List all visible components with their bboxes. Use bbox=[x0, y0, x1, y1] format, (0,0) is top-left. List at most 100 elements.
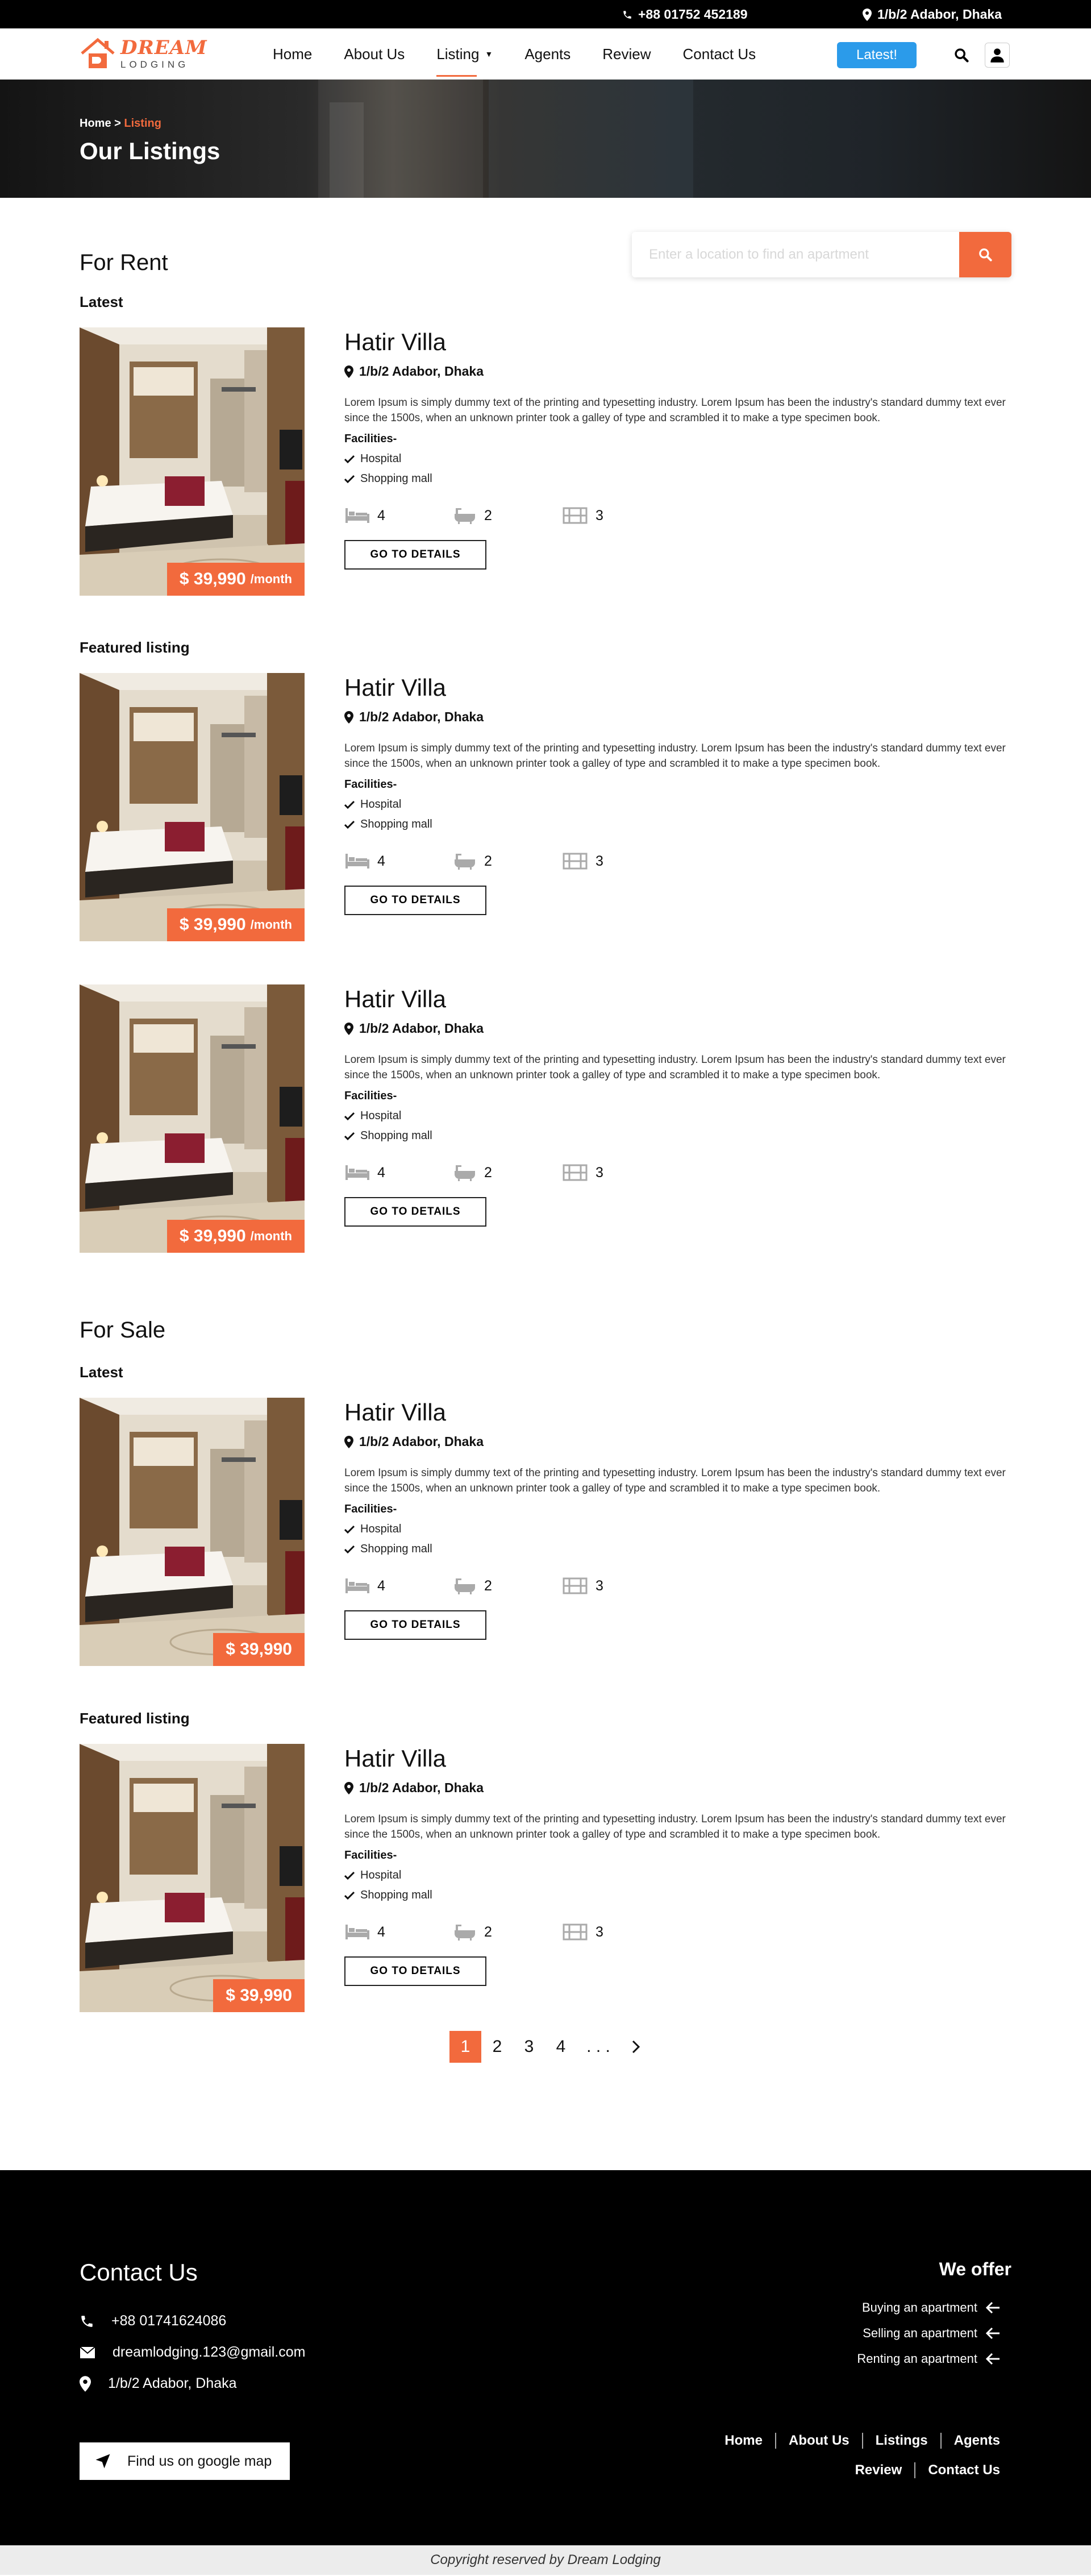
nav-listing[interactable]: Listing ▼ bbox=[436, 45, 493, 77]
search-submit-button[interactable] bbox=[959, 232, 1011, 277]
listing-photo[interactable]: $ 39,990 bbox=[80, 1744, 305, 2012]
page-3-button[interactable]: 3 bbox=[513, 2031, 545, 2063]
footer-link-agents[interactable]: Agents bbox=[954, 2433, 1000, 2449]
footer-link-about[interactable]: About Us bbox=[789, 2433, 850, 2449]
go-to-details-button[interactable]: GO TO DETAILS bbox=[344, 886, 486, 915]
listing-description: Lorem Ipsum is simply dummy text of the … bbox=[344, 397, 1006, 424]
bath-count: 2 bbox=[453, 1577, 563, 1594]
footer-address: 1/b/2 Adabor, Dhaka bbox=[80, 2375, 237, 2392]
check-icon bbox=[344, 1112, 355, 1120]
nav-menu: Home About Us Listing ▼ Agents Review Con… bbox=[273, 28, 788, 80]
footer-link-listings[interactable]: Listings bbox=[876, 2433, 928, 2449]
brand-logo[interactable]: DREAM LODGING bbox=[80, 36, 207, 70]
facilities-label: Facilities- bbox=[344, 778, 397, 791]
next-page-button[interactable] bbox=[620, 2031, 652, 2063]
nav-listing-label: Listing bbox=[436, 45, 480, 63]
facility-item: Shopping mall bbox=[344, 818, 1011, 831]
facility-item: Hospital bbox=[344, 452, 1011, 466]
floor-count: 3 bbox=[563, 1923, 672, 1941]
pagination: 1 2 3 4 . . . bbox=[449, 2031, 652, 2063]
go-to-details-button[interactable]: GO TO DETAILS bbox=[344, 1610, 486, 1640]
search-icon[interactable] bbox=[949, 43, 974, 68]
floor-count: 3 bbox=[563, 507, 672, 524]
google-map-button[interactable]: Find us on google map bbox=[80, 2442, 290, 2480]
footer-link-contact[interactable]: Contact Us bbox=[928, 2462, 1000, 2478]
listing-name[interactable]: Hatir Villa bbox=[344, 329, 1011, 356]
bath-count: 2 bbox=[453, 507, 563, 524]
main-navbar: DREAM LODGING Home About Us Listing ▼ Age… bbox=[0, 28, 1091, 80]
check-icon bbox=[344, 800, 355, 809]
check-icon bbox=[344, 455, 355, 463]
bathtub-icon bbox=[455, 1165, 475, 1181]
breadcrumb: Home > Listing bbox=[80, 117, 161, 130]
page-hero-banner: Home > Listing Our Listings bbox=[0, 80, 1091, 198]
listing-location: 1/b/2 Adabor, Dhaka bbox=[344, 1434, 1011, 1449]
latest-button[interactable]: Latest! bbox=[837, 42, 917, 68]
user-account-icon[interactable] bbox=[985, 43, 1010, 68]
facilities-label: Facilities- bbox=[344, 1090, 397, 1102]
price-value: $ 39,990 bbox=[179, 1227, 246, 1245]
listing-name[interactable]: Hatir Villa bbox=[344, 674, 1011, 701]
go-to-details-button[interactable]: GO TO DETAILS bbox=[344, 1956, 486, 1986]
go-to-details-button[interactable]: GO TO DETAILS bbox=[344, 1197, 486, 1227]
footer-email[interactable]: dreamlodging.123@gmail.com bbox=[80, 2344, 305, 2361]
facility-item: Shopping mall bbox=[344, 1889, 1011, 1902]
listing-location: 1/b/2 Adabor, Dhaka bbox=[344, 1021, 1011, 1036]
nav-home[interactable]: Home bbox=[273, 45, 312, 63]
footer-phone[interactable]: +88 01741624086 bbox=[80, 2313, 226, 2329]
listing-location-text: 1/b/2 Adabor, Dhaka bbox=[359, 364, 484, 379]
floors-icon bbox=[563, 1923, 588, 1941]
nav-review[interactable]: Review bbox=[602, 45, 651, 63]
facility-item: Hospital bbox=[344, 1523, 1011, 1536]
location-search-input[interactable] bbox=[632, 232, 959, 277]
bath-count: 2 bbox=[453, 853, 563, 870]
listing-name[interactable]: Hatir Villa bbox=[344, 1745, 1011, 1772]
facility-text: Shopping mall bbox=[360, 818, 432, 830]
footer-link-review[interactable]: Review bbox=[855, 2462, 902, 2478]
floor-count-value: 3 bbox=[596, 853, 603, 869]
listing-description: Lorem Ipsum is simply dummy text of the … bbox=[344, 1813, 1006, 1840]
bed-count: 4 bbox=[344, 853, 453, 870]
listing-location-text: 1/b/2 Adabor, Dhaka bbox=[359, 1780, 484, 1795]
bathtub-icon bbox=[455, 508, 475, 524]
listing-photo[interactable]: $ 39,990 bbox=[80, 1398, 305, 1666]
listing-name[interactable]: Hatir Villa bbox=[344, 986, 1011, 1013]
page-1-button[interactable]: 1 bbox=[449, 2031, 481, 2063]
bed-count: 4 bbox=[344, 1577, 453, 1594]
nav-contact-us[interactable]: Contact Us bbox=[683, 45, 756, 63]
floor-count: 3 bbox=[563, 1577, 672, 1594]
offer-selling-link[interactable]: Selling an apartment bbox=[863, 2326, 1000, 2341]
bath-count-value: 2 bbox=[484, 1923, 492, 1940]
price-tag: $ 39,990/month bbox=[166, 908, 305, 941]
location-pin-icon bbox=[863, 8, 872, 21]
price-tag: $ 39,990/month bbox=[166, 563, 305, 596]
listing-photo[interactable]: $ 39,990/month bbox=[80, 984, 305, 1253]
listing-photo[interactable]: $ 39,990/month bbox=[80, 327, 305, 596]
page-4-button[interactable]: 4 bbox=[545, 2031, 577, 2063]
offer-renting-link[interactable]: Renting an apartment bbox=[857, 2351, 1000, 2366]
nav-about-label: About Us bbox=[344, 45, 405, 63]
breadcrumb-home[interactable]: Home bbox=[80, 117, 111, 130]
listings-content: For Rent Latest Featured listing For Sal… bbox=[0, 198, 1091, 2170]
listing-photo[interactable]: $ 39,990/month bbox=[80, 673, 305, 941]
page-2-button[interactable]: 2 bbox=[481, 2031, 513, 2063]
bath-count-value: 2 bbox=[484, 507, 492, 523]
footer-link-home[interactable]: Home bbox=[724, 2433, 763, 2449]
offer-buying-link[interactable]: Buying an apartment bbox=[862, 2300, 1000, 2315]
listing-name[interactable]: Hatir Villa bbox=[344, 1399, 1011, 1426]
for-rent-heading: For Rent bbox=[80, 250, 168, 275]
go-to-details-button[interactable]: GO TO DETAILS bbox=[344, 540, 486, 570]
listing-description: Lorem Ipsum is simply dummy text of the … bbox=[344, 1054, 1006, 1081]
nav-agents[interactable]: Agents bbox=[524, 45, 571, 63]
location-pin-icon bbox=[344, 1781, 353, 1794]
brand-name-top: DREAM bbox=[120, 36, 207, 59]
facility-text: Shopping mall bbox=[360, 1129, 432, 1142]
facility-text: Shopping mall bbox=[360, 1543, 432, 1555]
floor-count-value: 3 bbox=[596, 1923, 603, 1940]
topbar-phone[interactable]: +88 01752 452189 bbox=[622, 7, 748, 22]
offer-buying-label: Buying an apartment bbox=[861, 2300, 977, 2315]
bathtub-icon bbox=[455, 1578, 475, 1594]
arrow-left-icon bbox=[985, 2301, 1000, 2314]
nav-about-us[interactable]: About Us bbox=[344, 45, 405, 63]
facility-item: Shopping mall bbox=[344, 1543, 1011, 1556]
